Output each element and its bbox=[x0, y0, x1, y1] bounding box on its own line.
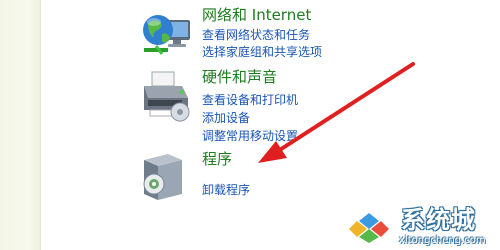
watermark-brand: 系统城 bbox=[401, 206, 476, 234]
watermark: 系统城 xitongcheng.com bbox=[335, 205, 495, 249]
windows-logo-icon bbox=[347, 209, 391, 245]
watermark-url: xitongcheng.com bbox=[399, 235, 486, 246]
